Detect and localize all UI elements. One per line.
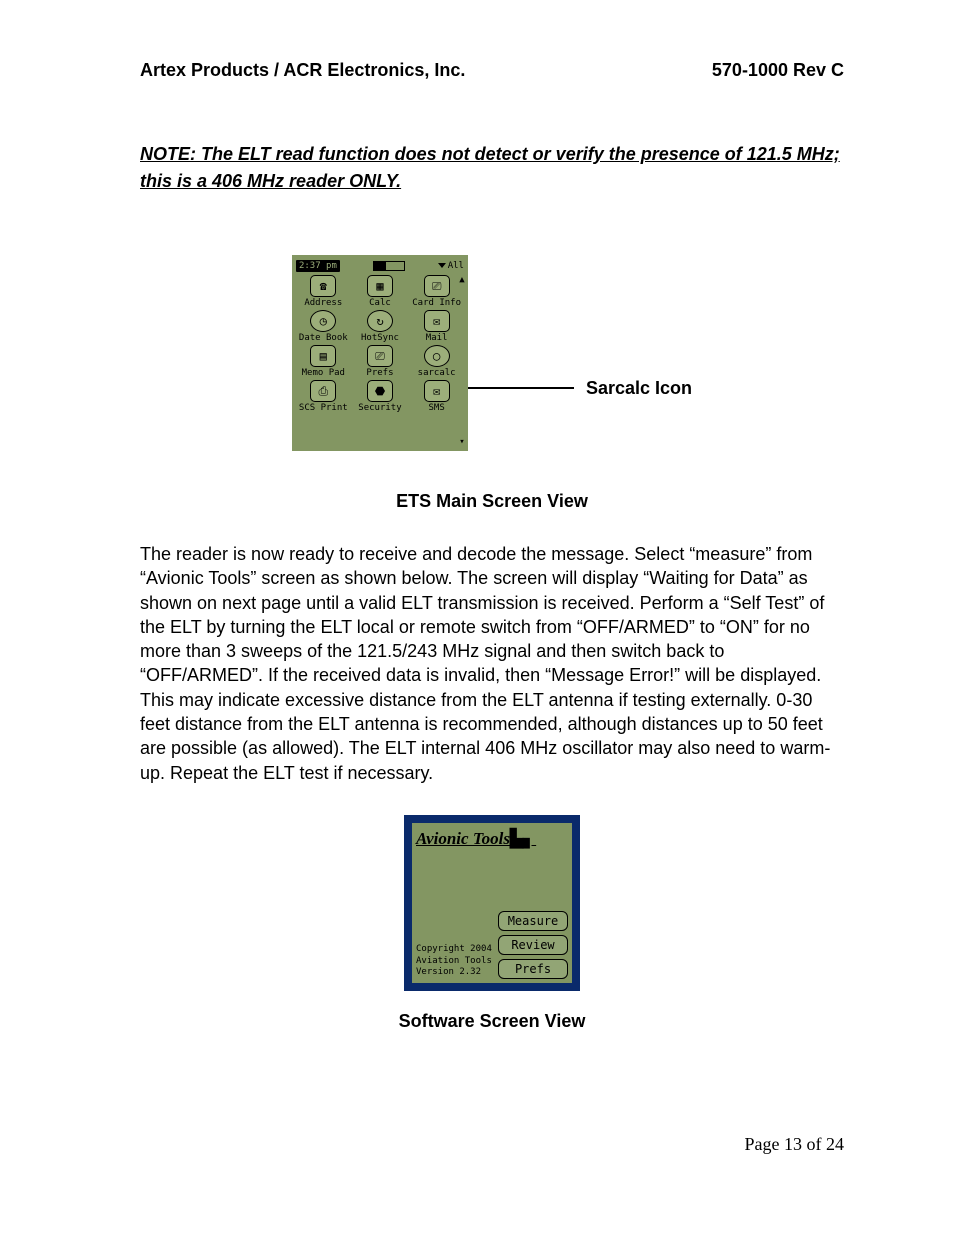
calc-icon: ▦ — [367, 275, 393, 297]
address-icon: ☎ — [310, 275, 336, 297]
app-address[interactable]: ☎Address — [296, 275, 351, 308]
security-icon: ⬣ — [367, 380, 393, 402]
palm-launcher-screen: 2:37 pm All ☎Address▦Calc⎚Card Info◷Date… — [292, 255, 468, 451]
body-paragraph: The reader is now ready to receive and d… — [140, 542, 844, 785]
date-book-icon: ◷ — [310, 310, 336, 332]
avionic-copyright: Copyright 2004 Aviation Tools Version 2.… — [416, 944, 492, 979]
hotsync-icon: ↻ — [367, 310, 393, 332]
app-prefs[interactable]: ⎚Prefs — [353, 345, 408, 378]
app-label: Date Book — [296, 333, 351, 343]
app-calc[interactable]: ▦Calc — [353, 275, 408, 308]
mail-icon: ✉ — [424, 310, 450, 332]
callout-line — [464, 387, 574, 389]
page-footer: Page 13 of 24 — [745, 1134, 844, 1155]
app-label: sarcalc — [409, 368, 464, 378]
app-label: Security — [353, 403, 408, 413]
figure2-caption: Software Screen View — [140, 1011, 844, 1032]
app-label: Prefs — [353, 368, 408, 378]
app-scs-print[interactable]: ⎙SCS Print — [296, 380, 351, 413]
app-card-info[interactable]: ⎚Card Info — [409, 275, 464, 308]
app-label: Address — [296, 298, 351, 308]
header-left: Artex Products / ACR Electronics, Inc. — [140, 60, 465, 81]
avionic-tools-screen: Avionic Tools▙▖ Copyright 2004 Aviation … — [404, 815, 580, 991]
app-security[interactable]: ⬣Security — [353, 380, 408, 413]
avionic-title: Avionic Tools▙▖ — [412, 823, 572, 849]
scs-print-icon: ⎙ — [310, 380, 336, 402]
app-label: Calc — [353, 298, 408, 308]
app-sms[interactable]: ✉SMS — [409, 380, 464, 413]
card-info-icon: ⎚ — [424, 275, 450, 297]
app-label: Mail — [409, 333, 464, 343]
app-label: SMS — [409, 403, 464, 413]
figure1-caption: ETS Main Screen View — [140, 491, 844, 512]
review-button[interactable]: Review — [498, 935, 568, 955]
app-label: HotSync — [353, 333, 408, 343]
app-label: Card Info — [409, 298, 464, 308]
sms-icon: ✉ — [424, 380, 450, 402]
header-right: 570-1000 Rev C — [712, 60, 844, 81]
app-sarcalc[interactable]: ◯sarcalc — [409, 345, 464, 378]
battery-icon — [373, 261, 405, 271]
memo-pad-icon: ▤ — [310, 345, 336, 367]
app-label: SCS Print — [296, 403, 351, 413]
app-memo-pad[interactable]: ▤Memo Pad — [296, 345, 351, 378]
callout-label: Sarcalc Icon — [586, 378, 692, 399]
app-date-book[interactable]: ◷Date Book — [296, 310, 351, 343]
app-hotsync[interactable]: ↻HotSync — [353, 310, 408, 343]
palm-category[interactable]: All — [438, 261, 464, 271]
app-mail[interactable]: ✉Mail — [409, 310, 464, 343]
prefs-button[interactable]: Prefs — [498, 959, 568, 979]
prefs-icon: ⎚ — [367, 345, 393, 367]
scroll-indicator[interactable]: ▲▾ — [458, 275, 466, 447]
sarcalc-icon: ◯ — [424, 345, 450, 367]
palm-time: 2:37 pm — [296, 260, 340, 272]
note-text: NOTE: The ELT read function does not det… — [140, 141, 844, 195]
measure-button[interactable]: Measure — [498, 911, 568, 931]
app-label: Memo Pad — [296, 368, 351, 378]
